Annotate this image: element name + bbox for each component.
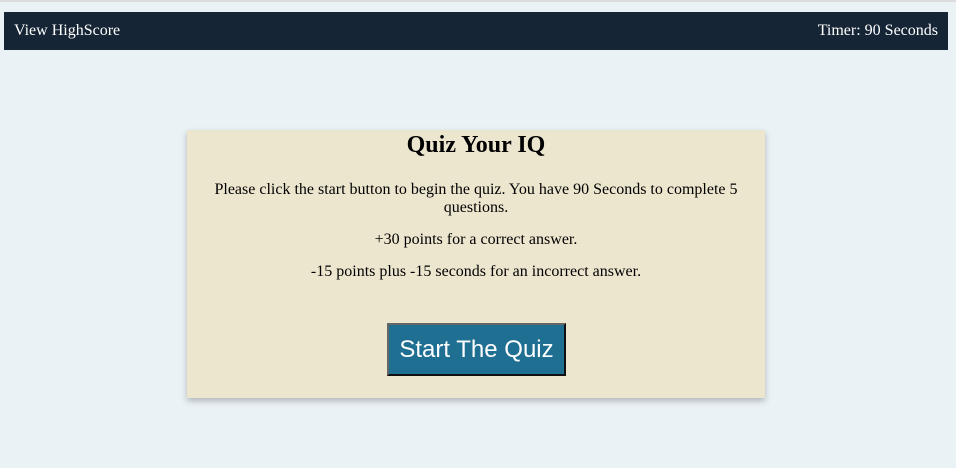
- start-quiz-button[interactable]: Start The Quiz: [387, 323, 566, 376]
- quiz-intro-card: Quiz Your IQ Please click the start butt…: [187, 130, 765, 398]
- top-bar: View HighScore Timer: 90 Seconds: [4, 12, 948, 50]
- timer-display: Timer: 90 Seconds: [817, 22, 938, 39]
- incorrect-answer-rule: -15 points plus -15 seconds for an incor…: [310, 263, 642, 280]
- view-highscore-link[interactable]: View HighScore: [14, 22, 120, 40]
- correct-answer-rule: +30 points for a correct answer.: [374, 231, 578, 248]
- intro-text: Please click the start button to begin t…: [214, 181, 738, 216]
- page-title: Quiz Your IQ: [406, 132, 546, 158]
